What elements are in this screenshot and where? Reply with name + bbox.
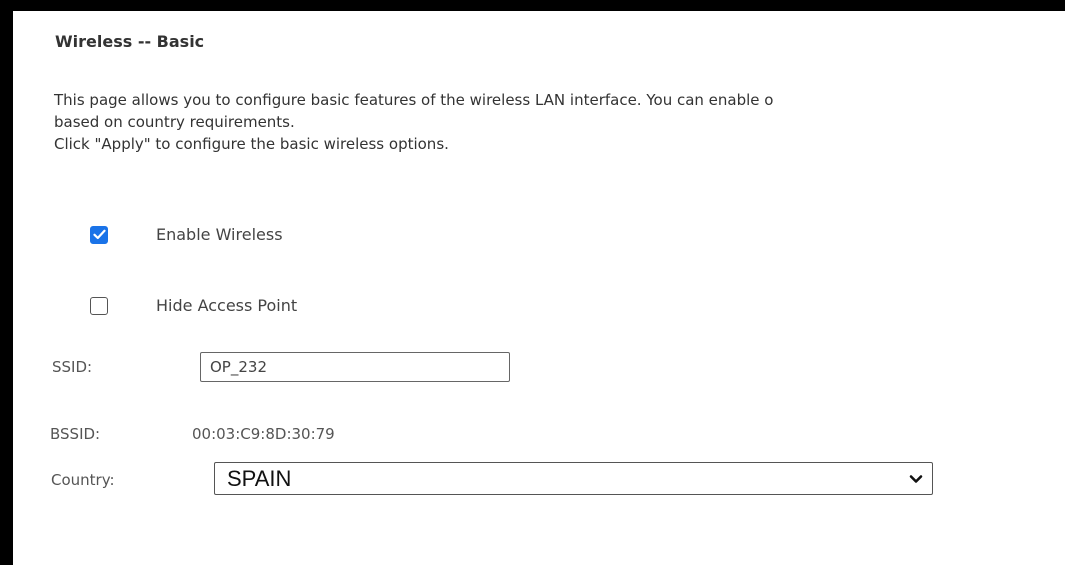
page-description: This page allows you to configure basic … <box>54 89 1065 155</box>
enable-wireless-label: Enable Wireless <box>156 225 283 244</box>
hide-access-point-checkbox[interactable] <box>90 296 108 315</box>
hide-access-point-row: Hide Access Point <box>90 296 297 315</box>
description-line-1: This page allows you to configure basic … <box>54 91 774 109</box>
country-selected-value: SPAIN <box>227 465 292 491</box>
description-line-2: based on country requirements. <box>54 113 295 131</box>
page-title: Wireless -- Basic <box>55 32 205 51</box>
checkmark-icon <box>92 229 106 240</box>
wireless-basic-panel: Wireless -- Basic This page allows you t… <box>13 11 1065 565</box>
bssid-value: 00:03:C9:8D:30:79 <box>192 425 335 443</box>
chevron-down-icon <box>909 474 923 484</box>
ssid-input[interactable] <box>200 352 510 382</box>
country-label: Country: <box>51 471 115 489</box>
enable-wireless-row: Enable Wireless <box>90 225 283 244</box>
description-line-3: Click "Apply" to configure the basic wir… <box>54 135 449 153</box>
enable-wireless-checkbox[interactable] <box>90 225 108 244</box>
bssid-label: BSSID: <box>50 425 101 443</box>
hide-access-point-label: Hide Access Point <box>156 296 298 315</box>
ssid-label: SSID: <box>52 358 93 376</box>
country-select[interactable]: SPAIN <box>214 462 933 495</box>
